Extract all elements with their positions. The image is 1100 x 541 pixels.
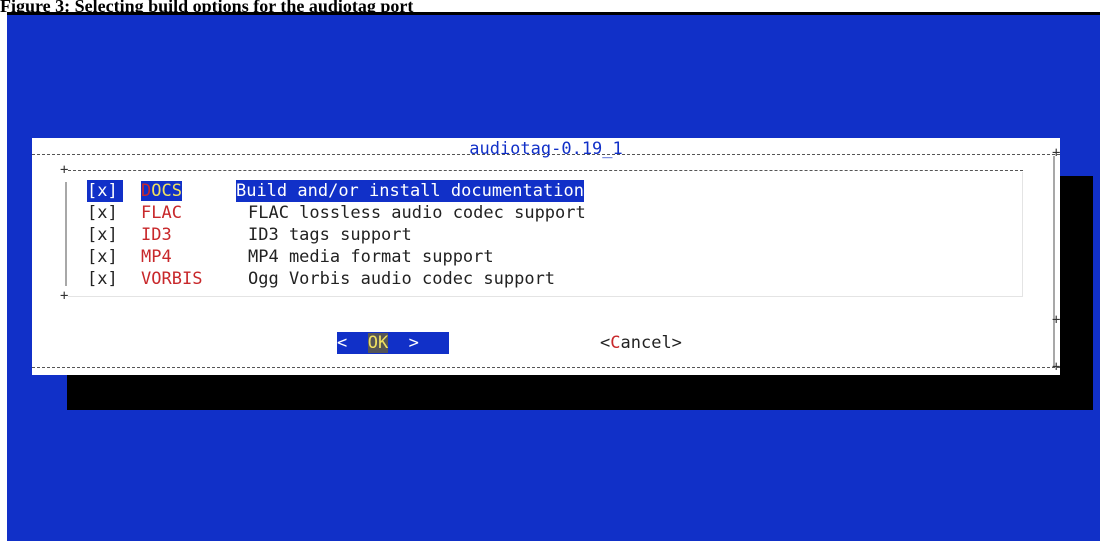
checkbox[interactable]: [x] [87,268,141,290]
checkbox[interactable]: [x] [87,202,141,224]
option-row-mp4[interactable]: [x] MP4 MP4 media format support [87,246,494,268]
option-description: Build and/or install documentation [235,180,584,202]
listbox-left-border [65,182,67,286]
checkbox[interactable]: [x] [87,180,123,202]
option-description: Ogg Vorbis audio codec support [248,269,556,289]
options-dialog: + + + audiotag-0.19_1 + + [x] DOCS Build … [32,138,1060,375]
option-description: FLAC lossless audio codec support [248,203,586,223]
option-tag: MP4 [141,247,172,267]
dialog-bottom-border [32,367,1060,368]
option-tag: ID3 [141,225,172,245]
option-row-vorbis[interactable]: [x] VORBIS Ogg Vorbis audio codec support [87,268,555,290]
corner-bottom-right: + [1052,359,1061,375]
cancel-button[interactable]: <Cancel> [600,332,682,354]
checkbox[interactable]: [x] [87,224,141,246]
option-row-docs[interactable]: [x] DOCS Build and/or install documentati… [87,180,584,202]
option-tag: DOCS [141,181,182,201]
listbox-right-border [1022,172,1023,296]
listbox-bottom-border [68,296,1023,297]
corner-mid-right: + [1052,312,1061,328]
option-description: MP4 media format support [248,247,494,267]
dialog-right-border [1053,156,1055,366]
listbox-top-border [68,170,1023,171]
listbox-corner-top-left: + [60,162,69,178]
dialog-title: audiotag-0.19_1 [469,139,623,159]
checkbox[interactable]: [x] [87,246,141,268]
option-row-id3[interactable]: [x] ID3 ID3 tags support [87,224,412,246]
option-tag: VORBIS [141,269,203,289]
ok-button[interactable]: < OK > [337,332,449,354]
option-tag: FLAC [141,203,182,223]
option-description: ID3 tags support [248,225,412,245]
option-row-flac[interactable]: [x] FLAC FLAC lossless audio codec support [87,202,586,224]
listbox-corner-bottom-left: + [60,288,69,304]
